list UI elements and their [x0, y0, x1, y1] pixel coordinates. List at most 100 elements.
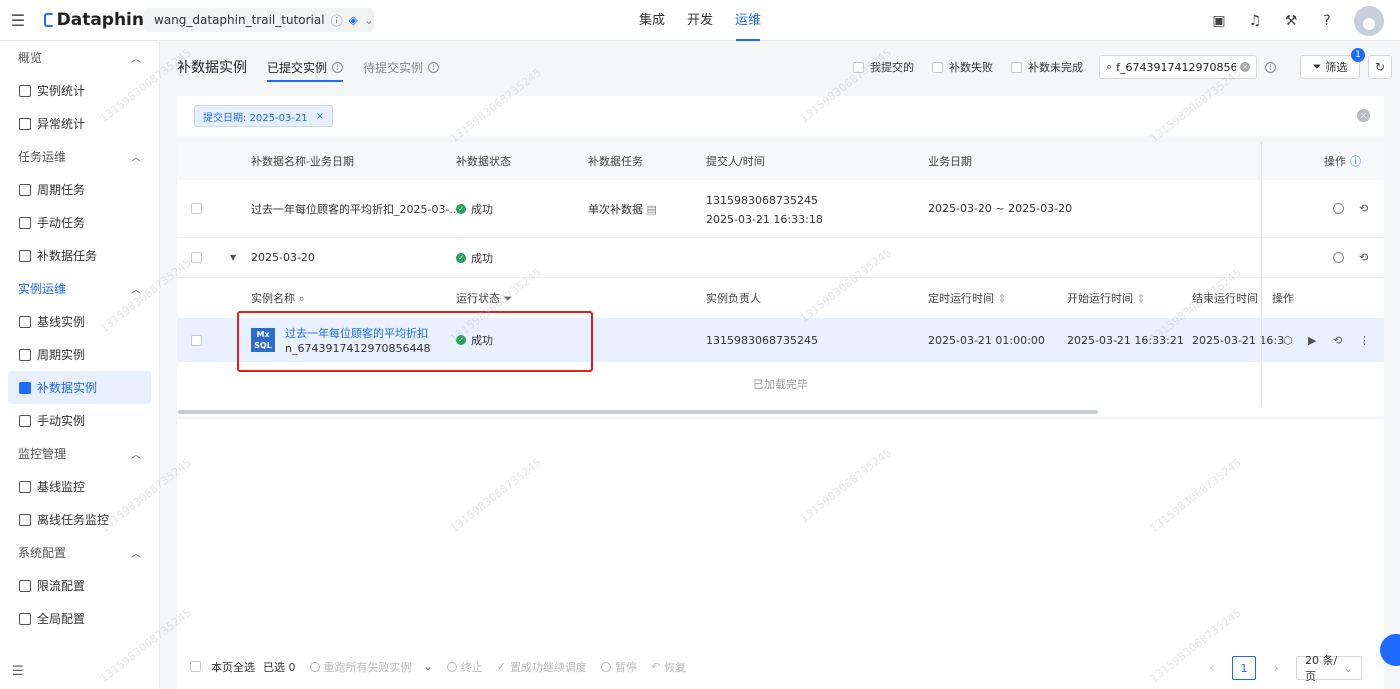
doc-icon [19, 414, 31, 427]
info-icon[interactable]: ⓘ [331, 12, 343, 29]
filter-icon: ⏷ [1312, 60, 1322, 73]
date-filter-tag[interactable]: 提交日期: 2025-03-21 × [194, 105, 334, 127]
collapse-sidebar-icon[interactable]: ☰ [12, 664, 24, 679]
sidebar-item-periodic-instance[interactable]: 周期实例 [8, 338, 151, 371]
project-selector[interactable]: wang_dataphin_trail_tutorial ⓘ ◈ ⌄ [144, 8, 374, 32]
table-row[interactable]: ▼ 2025-03-20 ✓ 成功 ⟲ [177, 238, 1384, 278]
calendar-icon [19, 348, 31, 361]
sidebar-item-manual-task[interactable]: 手动任务 [8, 206, 151, 239]
help-icon[interactable]: ⓘ [1350, 153, 1361, 169]
row-checkbox[interactable] [191, 203, 202, 214]
sidebar-item-global-config[interactable]: 全局配置 [8, 602, 151, 635]
set-success-button[interactable]: ✓ 置成功继续调度 [497, 659, 587, 675]
chevron-up-icon: ︿ [131, 153, 141, 164]
active-filter-bar: 提交日期: 2025-03-21 × × [177, 96, 1384, 136]
select-all-checkbox[interactable] [190, 661, 201, 672]
search-icon[interactable]: ⌕ [299, 292, 305, 305]
page-size-select[interactable]: 20 条/页 ⌄ [1296, 654, 1362, 683]
rerun-icon[interactable]: ⟲ [1359, 251, 1368, 264]
sort-icon[interactable]: ⇕ [1137, 292, 1146, 305]
dag-icon[interactable]: ⬡ [1283, 334, 1293, 347]
sidebar-item-manual-instance[interactable]: 手动实例 [8, 404, 151, 437]
tab-pending[interactable]: 待提交实例 i [363, 41, 440, 93]
project-name: wang_dataphin_trail_tutorial [154, 13, 325, 27]
chevron-up-icon: ︿ [131, 450, 141, 461]
fill-fail-checkbox[interactable]: 补数失败 [932, 59, 993, 75]
prev-page-icon[interactable]: ‹ [1200, 656, 1224, 680]
pause-button[interactable]: 暂停 [600, 659, 637, 675]
menu-icon[interactable]: ☰ [0, 0, 36, 41]
run-log-icon[interactable]: ▶ [1308, 334, 1316, 347]
sidebar-item-rate-limit[interactable]: 限流配置 [8, 569, 151, 602]
horizontal-scrollbar[interactable] [178, 410, 1098, 414]
sidebar-item-periodic-task[interactable]: 周期任务 [8, 173, 151, 206]
row-checkbox[interactable] [191, 334, 202, 346]
monitor-icon [19, 480, 31, 493]
bell-icon[interactable]: ♫ [1246, 12, 1264, 30]
header-actions: ▣ ♫ ⚒ ? [1210, 0, 1384, 41]
chevron-down-icon[interactable]: ⌄ [364, 13, 374, 27]
info-icon[interactable]: i [1265, 61, 1276, 73]
sidebar-item-offline-monitor[interactable]: 离线任务监控 [8, 503, 151, 536]
env-icon: ◈ [348, 13, 358, 27]
refresh-button[interactable]: ↻ [1368, 55, 1392, 79]
page-1[interactable]: 1 [1232, 656, 1256, 680]
stop-icon[interactable] [1333, 252, 1344, 263]
page-header: 补数据实例 已提交实例 i 待提交实例 i 我提交的 补数失败 补数未完成 ⌕ f_… [161, 41, 1400, 93]
filter-button[interactable]: ⏷ 筛选 1 [1300, 48, 1365, 79]
baseline-icon [19, 315, 31, 328]
resume-button[interactable]: ↶ 恢复 [651, 659, 686, 675]
alert-icon [19, 117, 31, 130]
chevron-down-icon[interactable]: ⌄ [424, 660, 433, 673]
sidebar-group-task-ops[interactable]: 任务运维 ︿ [0, 140, 159, 173]
more-icon[interactable]: ⋮ [1359, 334, 1370, 347]
table-row[interactable]: 过去一年每位顾客的平均折扣_2025-03-... ✓ 成功 单次补数据 ▤ 13… [177, 180, 1384, 238]
sidebar-group-monitor[interactable]: 监控管理 ︿ [0, 437, 159, 470]
sidebar-item-backfill-instance[interactable]: 补数据实例 [8, 371, 151, 404]
fill-incomplete-checkbox[interactable]: 补数未完成 [1011, 59, 1083, 75]
tab-submitted[interactable]: 已提交实例 i [267, 41, 344, 93]
row-checkbox[interactable] [191, 252, 202, 263]
stop-icon[interactable] [1333, 203, 1344, 214]
highlight-box [237, 311, 593, 372]
close-icon[interactable]: × [316, 111, 324, 122]
sidebar-item-anomaly-stats[interactable]: 异常统计 [8, 107, 151, 140]
filter-icon[interactable]: ⏷ [504, 292, 513, 305]
my-submit-checkbox[interactable]: 我提交的 [853, 59, 914, 75]
clear-all-icon[interactable]: × [1357, 109, 1370, 122]
info-icon[interactable]: i [332, 61, 344, 73]
tool-icon[interactable]: ⚒ [1282, 12, 1300, 30]
help-icon[interactable]: ? [1318, 12, 1336, 30]
backfill-icon [19, 381, 31, 394]
sidebar-group-instance-ops[interactable]: 实例运维 ︿ [0, 272, 159, 305]
top-bar: ☰ Dataphin wang_dataphin_trail_tutorial … [0, 0, 1400, 41]
info-icon[interactable]: i [428, 61, 440, 73]
rerun-failed-button[interactable]: 重跑所有失败实例 ⌄ [309, 659, 433, 675]
nav-integration[interactable]: 集成 [628, 0, 676, 41]
nav-ops[interactable]: 运维 [724, 0, 772, 41]
search-icon: ⌕ [1106, 60, 1113, 73]
sidebar-group-config[interactable]: 系统配置 ︿ [0, 536, 159, 569]
terminate-button[interactable]: 终止 [446, 659, 483, 675]
sidebar-item-baseline-monitor[interactable]: 基线监控 [8, 470, 151, 503]
sort-icon[interactable]: ⇕ [998, 292, 1007, 305]
clear-icon[interactable]: × [1240, 62, 1250, 72]
avatar[interactable] [1354, 5, 1384, 36]
task-icon[interactable]: ▣ [1210, 12, 1228, 30]
logo[interactable]: Dataphin [44, 10, 144, 30]
next-page-icon[interactable]: › [1264, 656, 1288, 680]
resume-icon: ↶ [650, 660, 661, 673]
sidebar-group-overview[interactable]: 概览 ︿ [0, 41, 159, 74]
caret-down-icon[interactable]: ▼ [230, 253, 236, 262]
rerun-icon[interactable]: ⟲ [1359, 202, 1368, 215]
backfill-icon [19, 249, 31, 262]
sidebar-item-baseline-instance[interactable]: 基线实例 [8, 305, 151, 338]
search-input[interactable]: ⌕ f_6743917412970856448 × [1099, 55, 1257, 79]
nav-develop[interactable]: 开发 [676, 0, 724, 41]
sidebar-item-instance-stats[interactable]: 实例统计 [8, 74, 151, 107]
sidebar-item-backfill-task[interactable]: 补数据任务 [8, 239, 151, 272]
table-header: 补数据名称-业务日期 补数据状态 补数据任务 提交人/时间 业务日期 操作 ⓘ [177, 142, 1384, 180]
rerun-icon[interactable]: ⟲ [1333, 334, 1342, 347]
monitor-icon [19, 513, 31, 526]
detail-icon[interactable]: ▤ [647, 203, 657, 216]
